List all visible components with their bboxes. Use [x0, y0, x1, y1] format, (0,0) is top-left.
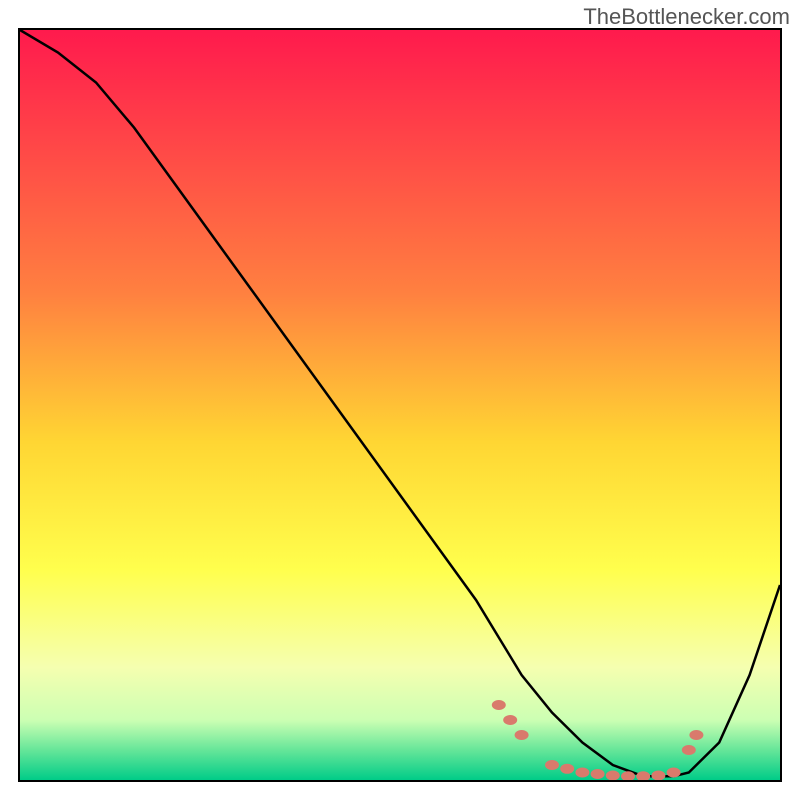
marker-dot — [503, 715, 517, 725]
marker-dot — [606, 771, 620, 781]
marker-dot — [591, 769, 605, 779]
marker-dot — [682, 745, 696, 755]
marker-dot — [636, 771, 650, 780]
marker-dot — [545, 760, 559, 770]
marker-dot — [667, 768, 681, 778]
marker-dot — [515, 730, 529, 740]
watermark-text: TheBottlenecker.com — [583, 4, 790, 30]
plot-area — [18, 28, 782, 782]
marker-dot — [651, 771, 665, 781]
chart-container: TheBottlenecker.com — [0, 0, 800, 800]
curve-layer — [20, 30, 780, 780]
highlight-markers — [492, 700, 704, 780]
bottleneck-curve — [20, 30, 780, 776]
marker-dot — [560, 764, 574, 774]
marker-dot — [575, 768, 589, 778]
marker-dot — [689, 730, 703, 740]
marker-dot — [492, 700, 506, 710]
